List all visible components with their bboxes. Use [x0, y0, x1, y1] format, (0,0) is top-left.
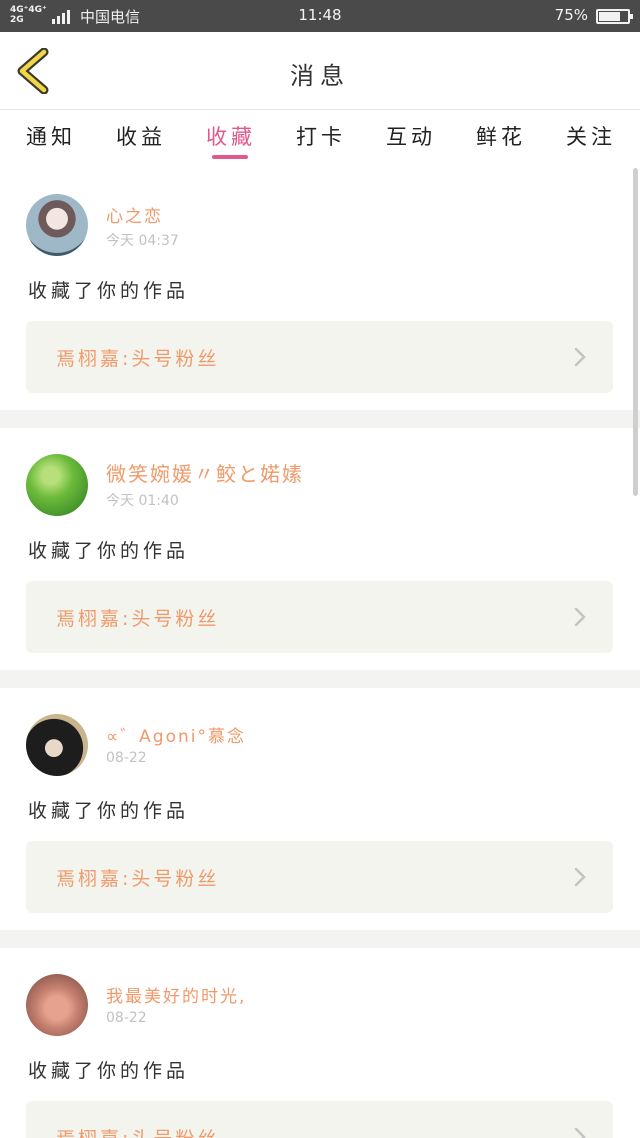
chevron-right-icon — [574, 1127, 586, 1138]
tab-flowers[interactable]: 鲜花 — [466, 121, 536, 151]
work-title: 焉栩嘉:头号粉丝 — [56, 1124, 219, 1138]
divider — [0, 670, 640, 688]
user-nickname[interactable]: 心之恋 — [106, 202, 163, 227]
message-action: 收藏了你的作品 — [28, 280, 190, 302]
active-tab-indicator — [212, 155, 248, 159]
header: 消息 — [0, 32, 640, 110]
message-action: 收藏了你的作品 — [28, 800, 190, 822]
list-item: 微笑婉媛〃鲛と婼嫊 今天 01:40 收藏了你的作品 焉栩嘉:头号粉丝 — [0, 428, 640, 670]
message-list: 心之恋 今天 04:37 收藏了你的作品 焉栩嘉:头号粉丝 微笑婉媛〃鲛と婼嫊 … — [0, 168, 640, 1138]
work-title: 焉栩嘉:头号粉丝 — [56, 608, 220, 630]
work-title: 焉栩嘉:头号粉丝 — [56, 868, 220, 890]
work-link[interactable]: 焉栩嘉:头号粉丝 — [26, 841, 613, 913]
work-title: 焉栩嘉:头号粉丝 — [56, 348, 220, 370]
work-link[interactable]: 焉栩嘉:头号粉丝 — [26, 1101, 613, 1138]
list-item: ∝゛Agoni°慕念 08-22 收藏了你的作品 焉栩嘉:头号粉丝 — [0, 688, 640, 930]
work-link[interactable]: 焉栩嘉:头号粉丝 — [26, 321, 613, 393]
scrollbar[interactable] — [633, 168, 638, 496]
message-action: 收藏了你的作品 — [28, 540, 190, 562]
user-nickname[interactable]: 我最美好的时光, — [106, 982, 246, 1007]
chevron-right-icon — [574, 607, 586, 627]
avatar[interactable] — [26, 194, 88, 256]
divider — [0, 410, 640, 428]
battery-icon — [596, 9, 633, 24]
status-bar: 4G⁺4G⁺ 2G 中国电信 11:48 75% — [0, 0, 640, 32]
message-time: 08-22 — [106, 750, 147, 766]
avatar[interactable] — [26, 714, 88, 776]
list-item: 心之恋 今天 04:37 收藏了你的作品 焉栩嘉:头号粉丝 — [0, 168, 640, 410]
message-action: 收藏了你的作品 — [28, 1060, 190, 1082]
battery-percent: 75% — [554, 6, 588, 24]
message-time: 今天 01:40 — [106, 493, 179, 509]
tab-notifications[interactable]: 通知 — [16, 121, 86, 151]
tab-interactions[interactable]: 互动 — [376, 121, 446, 151]
chevron-right-icon — [574, 347, 586, 367]
avatar[interactable] — [26, 974, 88, 1036]
tab-bar: 通知 收益 收藏 打卡 互动 鲜花 关注 — [0, 111, 640, 163]
work-link[interactable]: 焉栩嘉:头号粉丝 — [26, 581, 613, 653]
tab-earnings[interactable]: 收益 — [106, 121, 176, 151]
message-time: 今天 04:37 — [106, 233, 179, 249]
avatar[interactable] — [26, 454, 88, 516]
user-nickname[interactable]: 微笑婉媛〃鲛と婼嫊 — [106, 458, 304, 487]
tab-follows[interactable]: 关注 — [556, 121, 626, 151]
divider — [0, 930, 640, 948]
message-time: 08-22 — [106, 1010, 147, 1026]
tab-favorites[interactable]: 收藏 — [196, 121, 266, 151]
list-item: 我最美好的时光, 08-22 收藏了你的作品 焉栩嘉:头号粉丝 — [0, 948, 640, 1138]
page-title: 消息 — [290, 62, 350, 90]
user-nickname[interactable]: ∝゛Agoni°慕念 — [106, 722, 246, 747]
tab-checkin[interactable]: 打卡 — [286, 121, 356, 151]
messages-screen: 4G⁺4G⁺ 2G 中国电信 11:48 75% 消息 通知 收益 收藏 打卡 … — [0, 0, 640, 1138]
clock: 11:48 — [298, 6, 342, 24]
chevron-right-icon — [574, 867, 586, 887]
